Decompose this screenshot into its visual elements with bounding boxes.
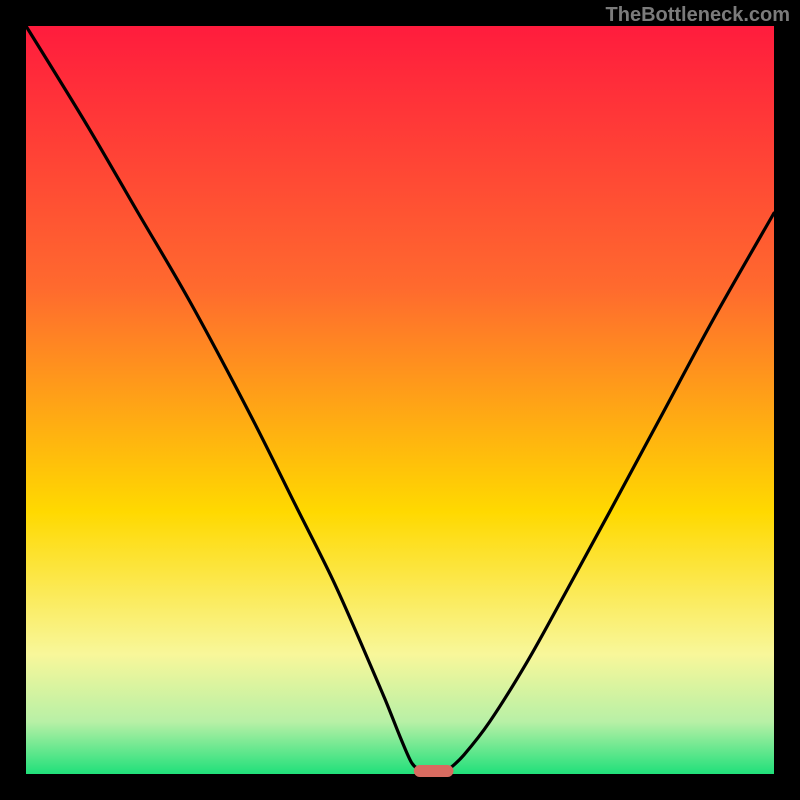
attribution-text: TheBottleneck.com	[606, 4, 790, 27]
plot-area	[26, 26, 774, 777]
bottleneck-chart	[0, 0, 800, 800]
minimum-marker	[414, 765, 454, 777]
gradient-background	[26, 26, 774, 774]
